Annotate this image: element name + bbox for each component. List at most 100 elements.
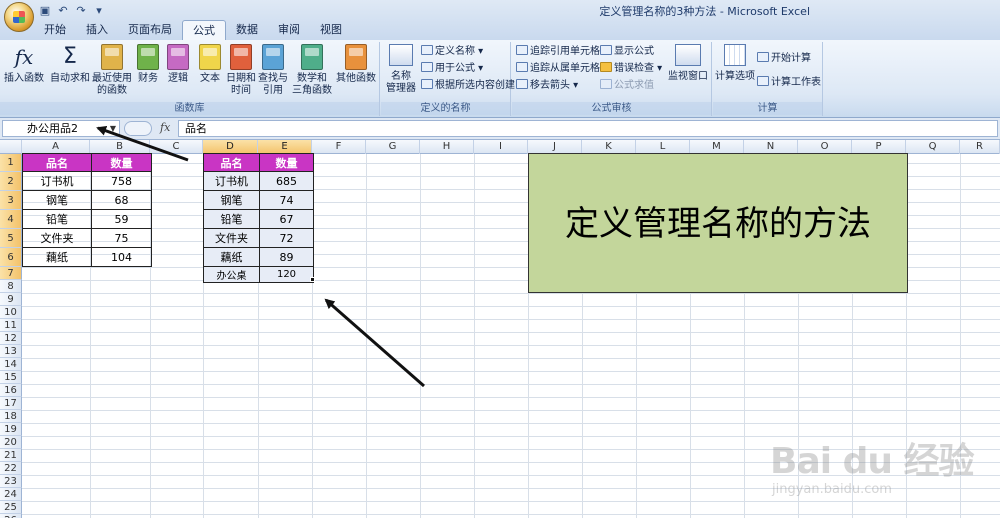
cell[interactable]: 74	[259, 190, 314, 210]
col-header-k[interactable]: K	[582, 140, 636, 154]
header-cell-qty[interactable]: 数量	[259, 153, 314, 172]
row-header[interactable]: 5	[0, 229, 22, 248]
recent-functions-button[interactable]: 最近使用 的函数	[92, 44, 132, 97]
row-header[interactable]: 19	[0, 423, 22, 436]
row-header[interactable]: 8	[0, 280, 22, 293]
cell[interactable]: 68	[91, 190, 152, 210]
calc-now-button[interactable]: 开始计算	[757, 52, 811, 66]
undo-icon[interactable]: ↶	[56, 4, 70, 17]
col-header-i[interactable]: I	[474, 140, 528, 154]
error-checking-button[interactable]: 错误检查 ▾	[600, 62, 662, 76]
row-header[interactable]: 6	[0, 248, 22, 267]
trace-dependents-button[interactable]: 追踪从属单元格	[516, 62, 600, 76]
evaluate-formula-button[interactable]: 公式求值	[600, 79, 654, 93]
tab-page-layout[interactable]: 页面布局	[118, 20, 182, 40]
name-manager-button[interactable]: 名称 管理器	[383, 44, 419, 95]
cell[interactable]: 758	[91, 171, 152, 191]
col-header-l[interactable]: L	[636, 140, 690, 154]
name-box-dropdown-icon[interactable]: ▼	[110, 121, 116, 136]
col-header-e[interactable]: E	[258, 140, 312, 154]
office-button[interactable]	[4, 2, 34, 32]
cell[interactable]: 办公桌	[203, 266, 260, 283]
show-formulas-button[interactable]: 显示公式	[600, 45, 654, 59]
datetime-button[interactable]: 日期和 时间	[226, 44, 256, 97]
row-header[interactable]: 12	[0, 332, 22, 345]
row-header[interactable]: 7	[0, 267, 22, 280]
tab-formulas[interactable]: 公式	[182, 20, 226, 40]
col-header-d[interactable]: D	[203, 140, 258, 154]
row-header[interactable]: 22	[0, 462, 22, 475]
math-trig-button[interactable]: 数学和 三角函数	[290, 44, 334, 97]
lookup-button[interactable]: 查找与 引用	[258, 44, 288, 97]
cell[interactable]: 72	[259, 228, 314, 248]
cell[interactable]: 铅笔	[22, 209, 92, 229]
formula-bar-expand-handle[interactable]	[124, 121, 152, 136]
cell[interactable]: 铅笔	[203, 209, 260, 229]
fx-icon[interactable]: fx	[160, 121, 170, 134]
cell[interactable]: 钢笔	[22, 190, 92, 210]
row-header[interactable]: 18	[0, 410, 22, 423]
col-header-g[interactable]: G	[366, 140, 420, 154]
redo-icon[interactable]: ↷	[74, 4, 88, 17]
create-from-selection-button[interactable]: 根据所选内容创建	[421, 79, 515, 93]
tab-insert[interactable]: 插入	[76, 20, 118, 40]
calc-options-button[interactable]: 计算选项	[715, 44, 755, 83]
col-header-f[interactable]: F	[312, 140, 366, 154]
col-header-r[interactable]: R	[960, 140, 1000, 154]
row-header[interactable]: 13	[0, 345, 22, 358]
row-header[interactable]: 2	[0, 172, 22, 191]
col-header-c[interactable]: C	[150, 140, 203, 154]
define-name-button[interactable]: 定义名称 ▾	[421, 45, 483, 59]
cell[interactable]: 75	[91, 228, 152, 248]
header-cell-qty[interactable]: 数量	[91, 153, 152, 172]
row-header[interactable]: 23	[0, 475, 22, 488]
cell[interactable]: 藕纸	[22, 247, 92, 267]
cell[interactable]: 59	[91, 209, 152, 229]
text-button[interactable]: 文本	[196, 44, 224, 85]
col-header-m[interactable]: M	[690, 140, 744, 154]
trace-precedents-button[interactable]: 追踪引用单元格	[516, 45, 600, 59]
financial-button[interactable]: 财务	[134, 44, 162, 85]
cell[interactable]: 订书机	[203, 171, 260, 191]
name-box[interactable]: 办公用品2 ▼	[2, 120, 120, 137]
header-cell-item[interactable]: 品名	[22, 153, 92, 172]
tab-view[interactable]: 视图	[310, 20, 352, 40]
col-header-q[interactable]: Q	[906, 140, 960, 154]
cell[interactable]: 685	[259, 171, 314, 191]
row-header[interactable]: 20	[0, 436, 22, 449]
row-header[interactable]: 4	[0, 210, 22, 229]
tab-home[interactable]: 开始	[34, 20, 76, 40]
cell[interactable]: 104	[91, 247, 152, 267]
insert-function-button[interactable]: fx 插入函数	[4, 44, 44, 85]
row-header[interactable]: 26	[0, 514, 22, 518]
select-all-corner[interactable]	[0, 140, 22, 154]
header-cell-item[interactable]: 品名	[203, 153, 260, 172]
remove-arrows-button[interactable]: 移去箭头 ▾	[516, 79, 578, 93]
row-header[interactable]: 24	[0, 488, 22, 501]
col-header-p[interactable]: P	[852, 140, 906, 154]
title-text-box[interactable]: 定义管理名称的方法	[528, 153, 908, 293]
cell[interactable]: 文件夹	[203, 228, 260, 248]
more-functions-button[interactable]: 其他函数	[336, 44, 376, 85]
row-header[interactable]: 17	[0, 397, 22, 410]
save-icon[interactable]: ▣	[38, 4, 52, 17]
col-header-b[interactable]: B	[90, 140, 150, 154]
row-header[interactable]: 21	[0, 449, 22, 462]
row-header[interactable]: 11	[0, 319, 22, 332]
autosum-button[interactable]: Σ 自动求和	[48, 44, 92, 85]
logical-button[interactable]: 逻辑	[164, 44, 192, 85]
col-header-a[interactable]: A	[22, 140, 90, 154]
col-header-h[interactable]: H	[420, 140, 474, 154]
watch-window-button[interactable]: 监视窗口	[668, 44, 708, 83]
row-header[interactable]: 1	[0, 154, 22, 172]
row-header[interactable]: 25	[0, 501, 22, 514]
row-header[interactable]: 9	[0, 293, 22, 306]
cell[interactable]: 钢笔	[203, 190, 260, 210]
cell[interactable]: 订书机	[22, 171, 92, 191]
row-header[interactable]: 15	[0, 371, 22, 384]
tab-data[interactable]: 数据	[226, 20, 268, 40]
formula-input[interactable]: 品名	[178, 120, 998, 137]
col-header-n[interactable]: N	[744, 140, 798, 154]
col-header-o[interactable]: O	[798, 140, 852, 154]
use-in-formula-button[interactable]: 用于公式 ▾	[421, 62, 483, 76]
